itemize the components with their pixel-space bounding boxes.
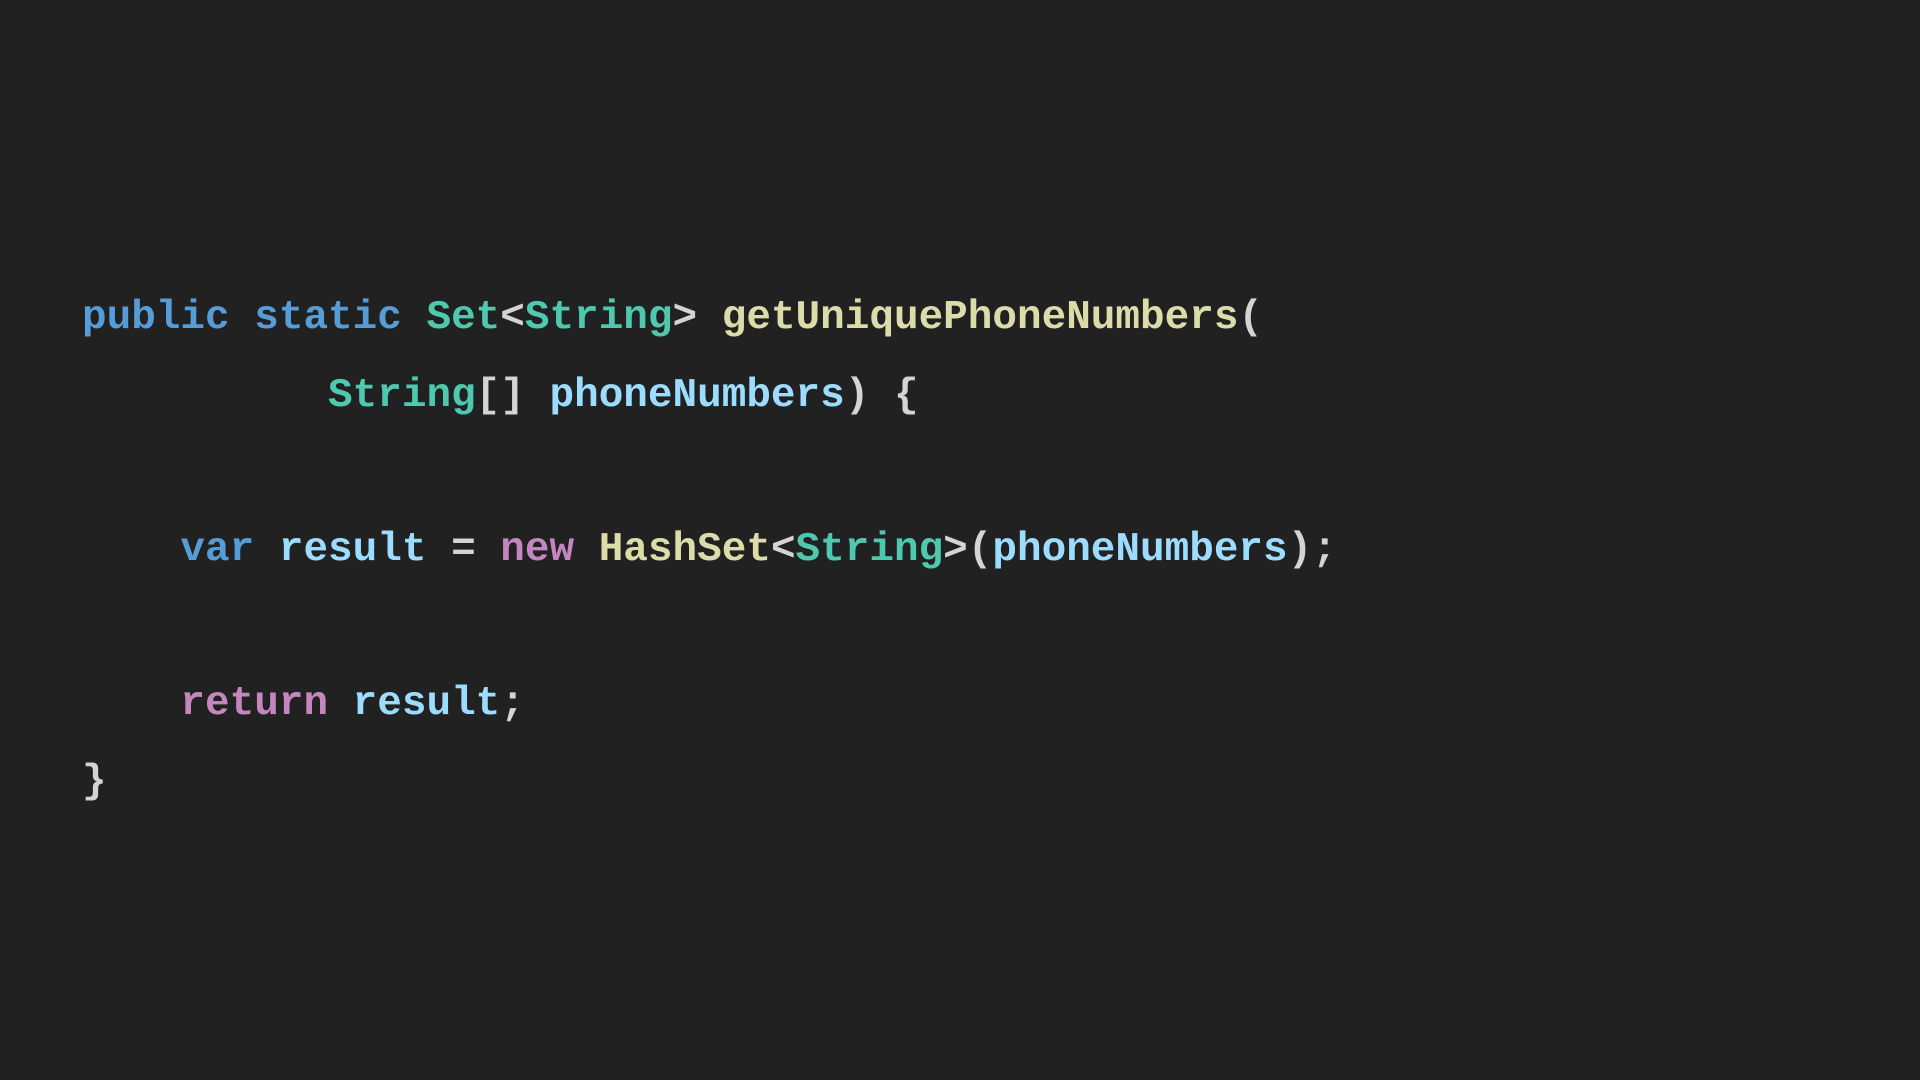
- keyword-return: return: [180, 681, 329, 727]
- method-name: getUniquePhoneNumbers: [721, 295, 1239, 341]
- arg-phone-numbers: phoneNumbers: [992, 527, 1288, 573]
- code-view: public static Set<String> getUniquePhone…: [0, 0, 1920, 1080]
- punct-open-paren: (: [1238, 295, 1264, 341]
- punct-semicolon: ;: [500, 681, 525, 727]
- type-hashset: HashSet: [598, 527, 771, 573]
- code-line-1: public static Set<String> getUniquePhone…: [82, 298, 1263, 339]
- code-line-4: return result;: [82, 681, 525, 727]
- keyword-new: new: [500, 527, 575, 573]
- punct-gt: >: [672, 295, 698, 341]
- keyword-static: static: [254, 295, 402, 341]
- punct-open-brace: {: [893, 373, 919, 419]
- punct-close-brace: }: [82, 759, 107, 805]
- type-string: String: [328, 373, 476, 419]
- punct-equals: =: [426, 527, 501, 573]
- type-set: Set: [426, 295, 501, 341]
- keyword-var: var: [180, 527, 255, 573]
- punct-close-paren: ): [844, 373, 870, 419]
- type-string: String: [524, 295, 673, 341]
- punct-gt-paren: >(: [943, 527, 993, 573]
- punct-close-semicolon: );: [1287, 527, 1337, 573]
- variable-result: result: [278, 527, 427, 573]
- punct-lt: <: [500, 295, 525, 341]
- param-phone-numbers: phoneNumbers: [549, 373, 845, 419]
- type-string: String: [795, 527, 944, 573]
- keyword-public: public: [82, 295, 230, 341]
- code-line-3: var result = new HashSet<String>(phoneNu…: [82, 527, 1337, 573]
- punct-lt: <: [770, 527, 796, 573]
- variable-result: result: [352, 681, 501, 727]
- punct-brackets: []: [475, 373, 525, 419]
- code-line-5: }: [82, 762, 107, 803]
- code-line-2: String[] phoneNumbers) {: [82, 376, 919, 417]
